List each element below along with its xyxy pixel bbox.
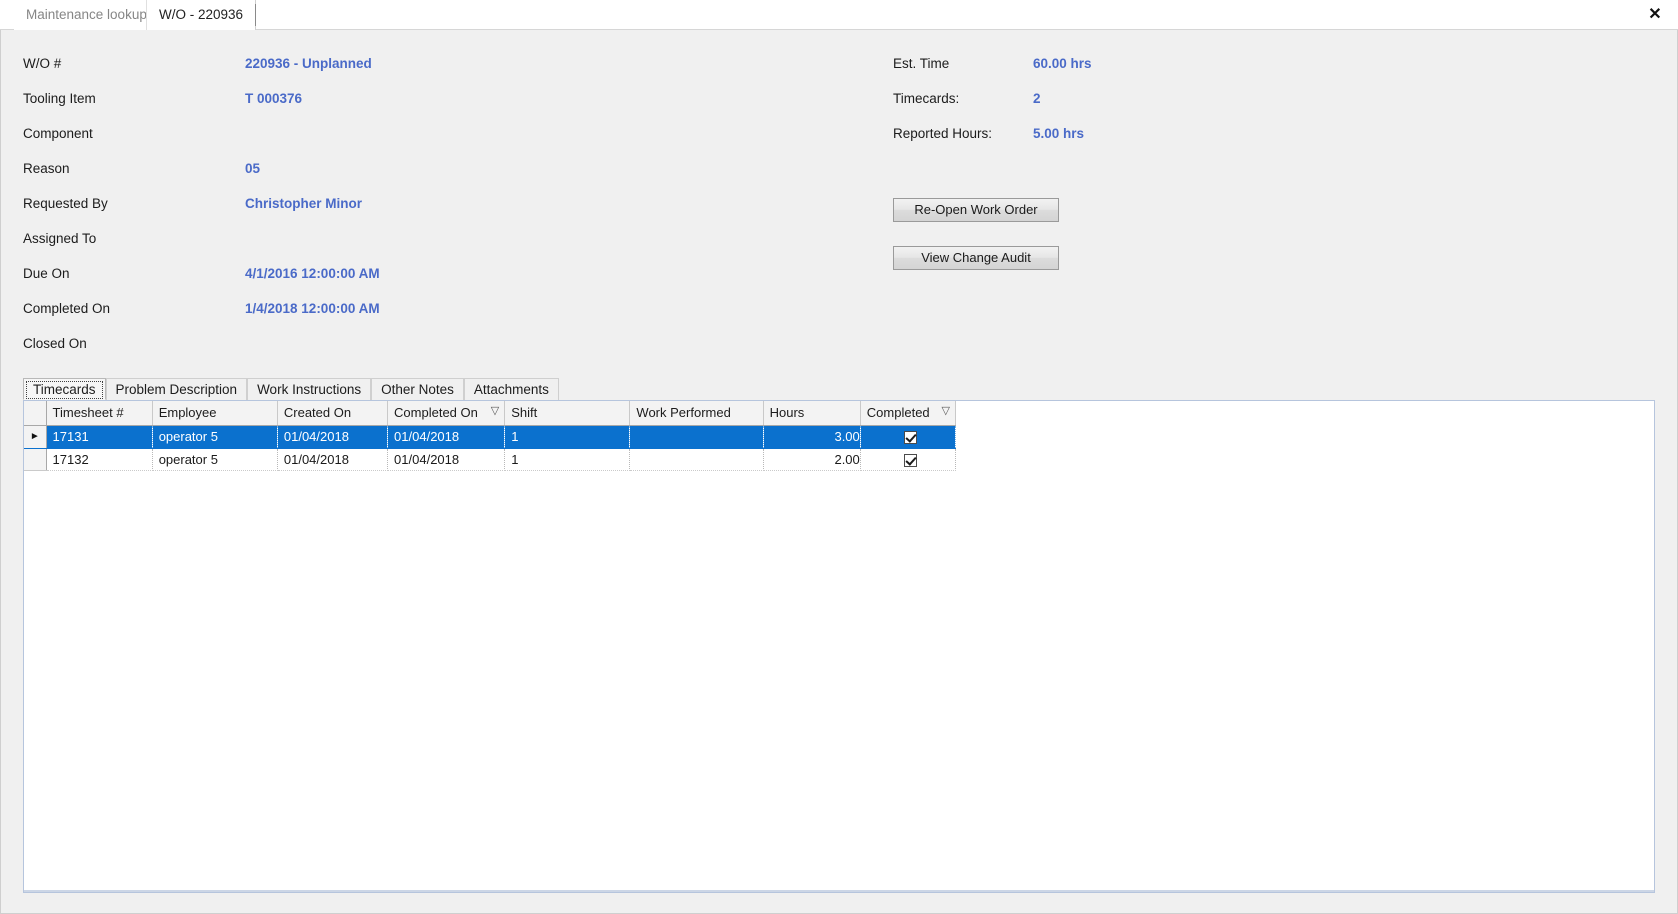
tab-label: Attachments	[473, 382, 549, 397]
sort-descending-icon: ▽	[490, 405, 500, 417]
table-row[interactable]: ► 17131 operator 5 01/04/2018 01/04/2018…	[24, 425, 957, 449]
cell-employee[interactable]: operator 5	[152, 448, 278, 471]
column-header-label: Completed	[866, 405, 930, 421]
work-order-window: Maintenance lookup W/O - 220936 ✕ W/O # …	[0, 0, 1678, 914]
field-label: Tooling Item	[23, 91, 96, 106]
view-change-audit-button[interactable]: View Change Audit	[893, 246, 1059, 270]
column-header-label: Completed On	[394, 405, 478, 421]
document-tab-label: W/O - 220936	[159, 7, 244, 22]
document-tab-work-order[interactable]: W/O - 220936	[146, 0, 257, 30]
column-header-label: Created On	[283, 405, 352, 421]
document-tab-label: Maintenance lookup	[26, 7, 147, 22]
checkbox-checked-icon[interactable]	[904, 453, 918, 467]
row-selector-cell[interactable]: ►	[24, 425, 47, 449]
cell-created-on[interactable]: 01/04/2018	[277, 425, 389, 449]
tab-problem-description[interactable]: Problem Description	[105, 378, 248, 400]
column-header-label: Work Performed	[636, 405, 731, 421]
cell-completed[interactable]	[860, 448, 957, 471]
summary-label: Reported Hours:	[893, 126, 993, 141]
row-selector-header	[24, 401, 47, 426]
cell-timesheet[interactable]: 17131	[46, 425, 153, 449]
field-label: Due On	[23, 266, 70, 281]
document-tab-strip: Maintenance lookup W/O - 220936 ✕	[0, 0, 1678, 30]
column-header-label: Timesheet #	[52, 405, 124, 421]
table-row[interactable]: 17132 operator 5 01/04/2018 01/04/2018 1…	[24, 448, 957, 471]
column-header-timesheet[interactable]: Timesheet #	[46, 401, 153, 426]
column-header-shift[interactable]: Shift	[504, 401, 631, 426]
cell-hours[interactable]: 3.00	[763, 425, 861, 449]
cell-work-performed[interactable]	[629, 425, 764, 449]
field-value-reason: 05	[245, 161, 261, 176]
field-label: Closed On	[23, 336, 87, 351]
detail-tab-strip: Timecards Problem Description Work Instr…	[23, 378, 1655, 400]
tab-label: Timecards	[33, 382, 96, 397]
tab-label: Other Notes	[381, 382, 454, 397]
column-header-completed[interactable]: Completed ▽	[860, 401, 957, 426]
field-label: Requested By	[23, 196, 108, 211]
field-label: Component	[23, 126, 93, 141]
cell-timesheet[interactable]: 17132	[46, 448, 153, 471]
current-row-pointer-icon: ►	[29, 430, 40, 442]
field-value-wo-number: 220936 - Unplanned	[245, 56, 372, 71]
field-label: Completed On	[23, 301, 111, 316]
document-tab-maintenance-lookup[interactable]: Maintenance lookup	[14, 0, 160, 30]
row-selector-cell[interactable]	[24, 448, 47, 471]
field-label: W/O #	[23, 56, 62, 71]
checkbox-checked-icon[interactable]	[904, 431, 918, 445]
tab-attachments[interactable]: Attachments	[463, 378, 559, 400]
cell-completed-on[interactable]: 01/04/2018	[387, 448, 506, 471]
tab-work-instructions[interactable]: Work Instructions	[247, 378, 372, 400]
close-icon[interactable]: ✕	[1642, 3, 1668, 27]
cell-employee[interactable]: operator 5	[152, 425, 278, 449]
field-value-tooling-item: T 000376	[245, 91, 303, 106]
column-header-hours[interactable]: Hours	[763, 401, 861, 426]
reopen-work-order-button[interactable]: Re-Open Work Order	[893, 198, 1059, 222]
cell-work-performed[interactable]	[629, 448, 764, 471]
tab-other-notes[interactable]: Other Notes	[371, 378, 464, 400]
field-label: Assigned To	[23, 231, 97, 246]
cell-completed[interactable]	[860, 425, 957, 449]
sort-descending-icon: ▽	[941, 405, 950, 417]
summary-label: Timecards:	[893, 91, 960, 106]
field-label: Reason	[23, 161, 70, 176]
field-value-due-on: 4/1/2016 12:00:00 AM	[245, 266, 380, 281]
timecards-grid-panel[interactable]: Timesheet # Employee Created On Complete…	[23, 400, 1655, 893]
cell-hours[interactable]: 2.00	[763, 448, 861, 471]
summary-value-est-time: 60.00 hrs	[1033, 56, 1092, 71]
column-header-completed-on[interactable]: Completed On ▽	[387, 401, 506, 426]
column-header-label: Shift	[511, 405, 538, 421]
cell-created-on[interactable]: 01/04/2018	[277, 448, 389, 471]
column-header-employee[interactable]: Employee	[152, 401, 278, 426]
column-header-created-on[interactable]: Created On	[277, 401, 389, 426]
timecards-table: Timesheet # Employee Created On Complete…	[24, 401, 957, 471]
summary-label: Est. Time	[893, 56, 950, 71]
work-order-form: W/O # 220936 - Unplanned Tooling Item T …	[0, 30, 1678, 914]
field-value-completed-on: 1/4/2018 12:00:00 AM	[245, 301, 380, 316]
summary-value-timecards: 2	[1033, 91, 1041, 106]
column-header-label: Employee	[158, 405, 217, 421]
summary-value-reported-hours: 5.00 hrs	[1033, 126, 1085, 141]
field-value-requested-by: Christopher Minor	[245, 196, 362, 211]
cell-completed-on[interactable]: 01/04/2018	[387, 425, 506, 449]
tab-label: Work Instructions	[257, 382, 362, 397]
tab-label: Problem Description	[115, 382, 238, 397]
column-header-label: Hours	[769, 405, 805, 421]
cell-shift[interactable]: 1	[504, 425, 631, 449]
table-header-row: Timesheet # Employee Created On Complete…	[24, 401, 957, 426]
cell-shift[interactable]: 1	[504, 448, 631, 471]
tab-timecards[interactable]: Timecards	[23, 378, 106, 400]
column-header-work-performed[interactable]: Work Performed	[629, 401, 764, 426]
